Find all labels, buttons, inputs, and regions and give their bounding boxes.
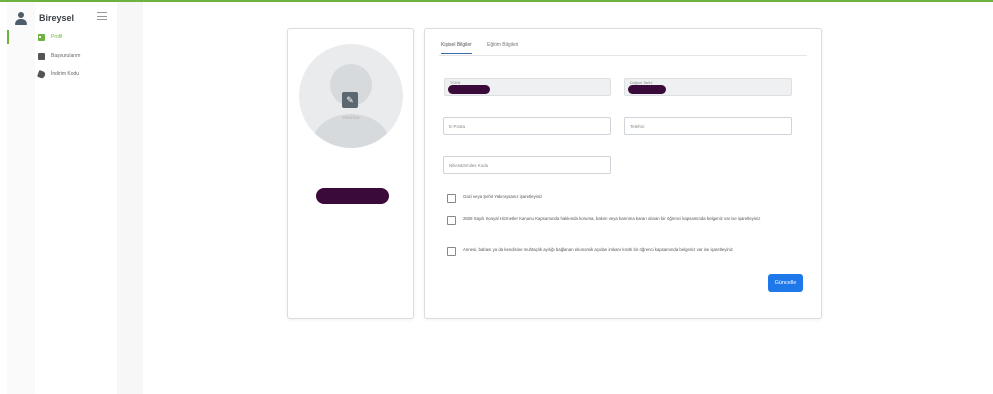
social-services-checkbox-label: 2828 Sayılı Sosyal Hizmetler Kanunu Kaps… — [463, 216, 761, 221]
checkbox-row-social-services: 2828 Sayılı Sosyal Hizmetler Kanunu Kaps… — [447, 216, 785, 225]
economic-checkbox[interactable] — [447, 247, 456, 256]
avatar-label: PROFİLE — [342, 115, 360, 120]
phone-placeholder: Telefon — [630, 124, 645, 129]
phone-field[interactable]: Telefon — [624, 117, 792, 135]
edit-photo-button[interactable]: ✎ — [342, 92, 358, 108]
sidebar-item-label: İndirim Kodu — [51, 71, 80, 77]
pencil-icon: ✎ — [346, 94, 354, 105]
profile-card-icon — [38, 33, 45, 41]
tab-kisisel-bilgiler[interactable]: Kişisel Bilgiler — [441, 42, 472, 54]
sidebar-brand: Bireysel — [39, 13, 75, 23]
checkbox-row-economic: Annesi, babası ya da kendisine muhtaçlık… — [447, 247, 797, 256]
profile-form-card: Kişisel Bilgiler Eğitim Bilgileri TCKN D… — [424, 28, 822, 319]
user-icon[interactable] — [15, 12, 27, 26]
top-accent-bar — [0, 0, 993, 2]
tc-field: TCKN — [444, 78, 611, 96]
update-button[interactable]: Güncelle — [768, 274, 803, 292]
redacted-tc — [448, 85, 490, 94]
tab-bar: Kişisel Bilgiler Eğitim Bilgileri — [439, 39, 807, 56]
content-gutter — [117, 2, 143, 394]
hamburger-menu-icon[interactable] — [97, 12, 107, 20]
email-placeholder: E-Posta — [449, 124, 466, 129]
economic-checkbox-label: Annesi, babası ya da kendisine muhtaçlık… — [463, 247, 733, 252]
sidebar-item-indirim-kodu[interactable]: İndirim Kodu — [37, 69, 80, 79]
avatar: PROFİLE ✎ — [299, 44, 403, 148]
tag-icon — [37, 69, 46, 79]
reference-code-field[interactable]: Nilies&Smiles Kodu — [443, 156, 611, 174]
document-icon — [38, 52, 45, 60]
checkbox-row-veteran: Gazi veya Şehit Yakınıysanız işaretleyin… — [447, 194, 787, 203]
veteran-checkbox[interactable] — [447, 194, 456, 203]
reference-code-placeholder: Nilies&Smiles Kodu — [449, 163, 489, 168]
sidebar-item-basvurularim[interactable]: Başvurularım — [38, 51, 80, 61]
sidebar-item-profil[interactable]: Profil — [38, 32, 62, 42]
redacted-birth-date — [628, 85, 666, 94]
tab-egitim-bilgileri[interactable]: Eğitim Bilgileri — [487, 42, 518, 53]
veteran-checkbox-label: Gazi veya Şehit Yakınıysanız işaretleyin… — [463, 194, 543, 199]
sidebar-item-label: Başvurularım — [51, 53, 81, 59]
icon-rail — [7, 2, 36, 394]
rail-active-indicator — [7, 30, 9, 44]
redacted-name — [316, 188, 389, 204]
sidebar-item-label: Profil — [51, 34, 63, 40]
sidebar: Bireysel Profil Başvurularım İndirim Kod… — [35, 2, 118, 394]
birth-date-field: Doğum Tarihi — [624, 78, 792, 96]
social-services-checkbox[interactable] — [447, 216, 456, 225]
profile-card: PROFİLE ✎ — [287, 28, 414, 319]
email-field[interactable]: E-Posta — [443, 117, 611, 135]
